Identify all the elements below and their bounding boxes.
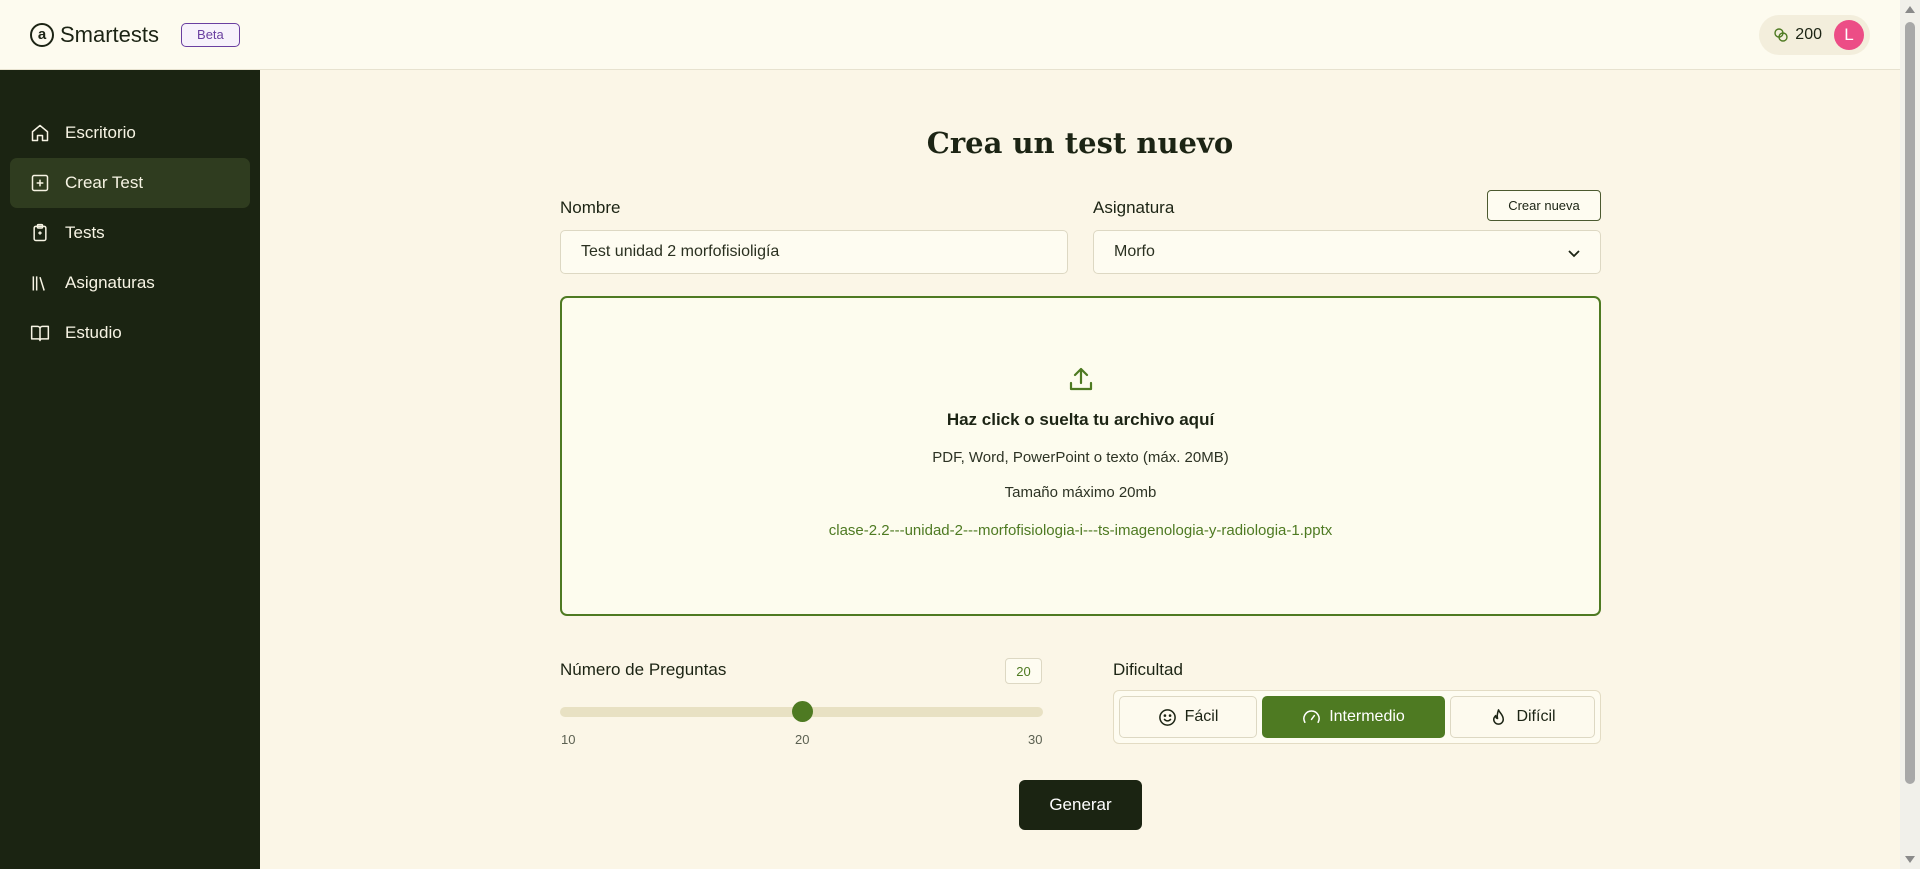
- subject-select[interactable]: Morfo: [1093, 230, 1601, 274]
- difficulty-option-label: Intermedio: [1329, 708, 1405, 725]
- gauge-icon: [1303, 709, 1321, 723]
- generate-button[interactable]: Generar: [1019, 780, 1142, 830]
- top-header: a Smartests Beta 200 L: [0, 0, 1900, 70]
- sidebar-item-label: Asignaturas: [65, 273, 155, 292]
- name-input[interactable]: Test unidad 2 morfofisioligía: [560, 230, 1068, 274]
- questions-count: 20: [1005, 658, 1042, 684]
- flame-icon: [1493, 708, 1505, 725]
- home-icon: [31, 124, 49, 142]
- credits-icon: [1774, 28, 1788, 42]
- upload-icon: [1069, 367, 1093, 391]
- sidebar-item-label: Tests: [65, 223, 105, 242]
- slider-mid-label: 20: [795, 732, 810, 747]
- avatar[interactable]: L: [1834, 20, 1864, 50]
- sidebar-item-label: Escritorio: [65, 123, 136, 142]
- uploaded-file-name: clase-2.2---unidad-2---morfofisiologia-i…: [828, 522, 1333, 539]
- page-scrollbar[interactable]: [1900, 0, 1920, 869]
- scroll-down-arrow-icon[interactable]: [1905, 856, 1915, 863]
- name-label: Nombre: [560, 198, 621, 217]
- app-name: Smartests: [60, 21, 160, 47]
- page-title: Crea un test nuevo: [926, 126, 1234, 160]
- questions-slider[interactable]: [560, 701, 1043, 722]
- slider-handle[interactable]: [791, 701, 813, 722]
- difficulty-selector: Fácil Intermedio Difícil: [1113, 690, 1601, 744]
- upload-max-size: Tamaño máximo 20mb: [1004, 484, 1157, 501]
- sidebar-item-label: Estudio: [65, 323, 122, 342]
- difficulty-intermediate-button[interactable]: Intermedio: [1262, 696, 1445, 738]
- logo-icon: a: [30, 22, 54, 47]
- upload-title: Haz click o suelta tu archivo aquí: [946, 410, 1215, 429]
- create-subject-button[interactable]: Crear nueva: [1487, 190, 1601, 221]
- difficulty-easy-button[interactable]: Fácil: [1119, 696, 1257, 738]
- smile-icon: [1158, 708, 1176, 726]
- sidebar: Escritorio Crear Test Tests Asignaturas …: [0, 70, 260, 869]
- difficulty-option-label: Difícil: [1516, 708, 1556, 725]
- slider-max-label: 30: [1028, 732, 1043, 747]
- difficulty-option-label: Fácil: [1184, 708, 1219, 725]
- sidebar-item-label: Crear Test: [65, 173, 144, 192]
- user-area: 200 L: [1759, 15, 1870, 55]
- difficulty-label: Dificultad: [1113, 660, 1183, 679]
- sidebar-item-crear-test[interactable]: Crear Test: [10, 158, 250, 208]
- sidebar-item-tests[interactable]: Tests: [10, 208, 250, 258]
- plus-square-icon: [31, 174, 49, 192]
- chevron-down-icon: [1568, 250, 1580, 258]
- app-logo[interactable]: a Smartests: [30, 22, 159, 48]
- beta-badge: Beta: [181, 22, 240, 47]
- clipboard-icon: [33, 223, 47, 242]
- file-dropzone[interactable]: Haz click o suelta tu archivo aquí PDF, …: [560, 296, 1601, 616]
- book-open-icon: [30, 325, 50, 342]
- main-content: Crea un test nuevo Nombre Test unidad 2 …: [260, 71, 1900, 869]
- subject-selected-value: Morfo: [1114, 243, 1155, 260]
- sidebar-item-escritorio[interactable]: Escritorio: [10, 108, 250, 158]
- slider-min-label: 10: [561, 732, 576, 747]
- sidebar-item-asignaturas[interactable]: Asignaturas: [10, 258, 250, 308]
- sidebar-item-estudio[interactable]: Estudio: [10, 308, 250, 358]
- questions-label: Número de Preguntas: [560, 660, 727, 679]
- scroll-up-arrow-icon[interactable]: [1905, 6, 1915, 13]
- credits-count: 200: [1795, 26, 1822, 43]
- library-icon: [32, 276, 45, 291]
- difficulty-hard-button[interactable]: Difícil: [1450, 696, 1595, 738]
- subject-label: Asignatura: [1093, 198, 1175, 217]
- upload-formats: PDF, Word, PowerPoint o texto (máx. 20MB…: [932, 449, 1229, 466]
- scrollbar-thumb[interactable]: [1905, 22, 1915, 784]
